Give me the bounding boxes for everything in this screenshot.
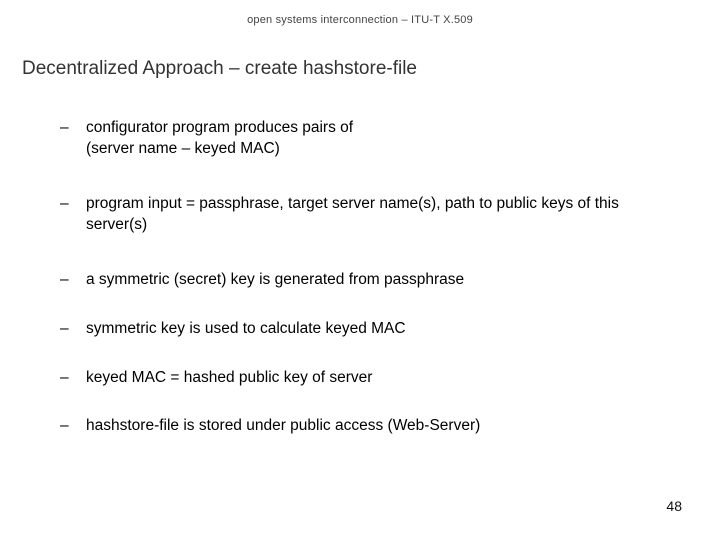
list-item: – keyed MAC = hashed public key of serve…	[60, 368, 670, 389]
bullet-text: a symmetric (secret) key is generated fr…	[86, 270, 670, 291]
bullet-list: – configurator program produces pairs of…	[60, 118, 670, 437]
bullet-text: symmetric key is used to calculate keyed…	[86, 319, 670, 340]
bullet-text: keyed MAC = hashed public key of server	[86, 368, 670, 389]
bullet-dash-icon: –	[60, 194, 86, 215]
list-item: – configurator program produces pairs of…	[60, 118, 670, 160]
bullet-text: program input = passphrase, target serve…	[86, 194, 670, 236]
list-item: – a symmetric (secret) key is generated …	[60, 270, 670, 291]
bullet-dash-icon: –	[60, 270, 86, 291]
slide-header: open systems interconnection – ITU-T X.5…	[0, 14, 720, 26]
bullet-dash-icon: –	[60, 319, 86, 340]
bullet-dash-icon: –	[60, 368, 86, 389]
page-number: 48	[666, 498, 682, 514]
list-item: – hashstore-file is stored under public …	[60, 416, 670, 437]
list-item: – symmetric key is used to calculate key…	[60, 319, 670, 340]
bullet-text: hashstore-file is stored under public ac…	[86, 416, 670, 437]
bullet-text: configurator program produces pairs of(s…	[86, 118, 670, 160]
bullet-dash-icon: –	[60, 118, 86, 139]
bullet-dash-icon: –	[60, 416, 86, 437]
slide-title: Decentralized Approach – create hashstor…	[22, 58, 417, 80]
list-item: – program input = passphrase, target ser…	[60, 194, 670, 236]
